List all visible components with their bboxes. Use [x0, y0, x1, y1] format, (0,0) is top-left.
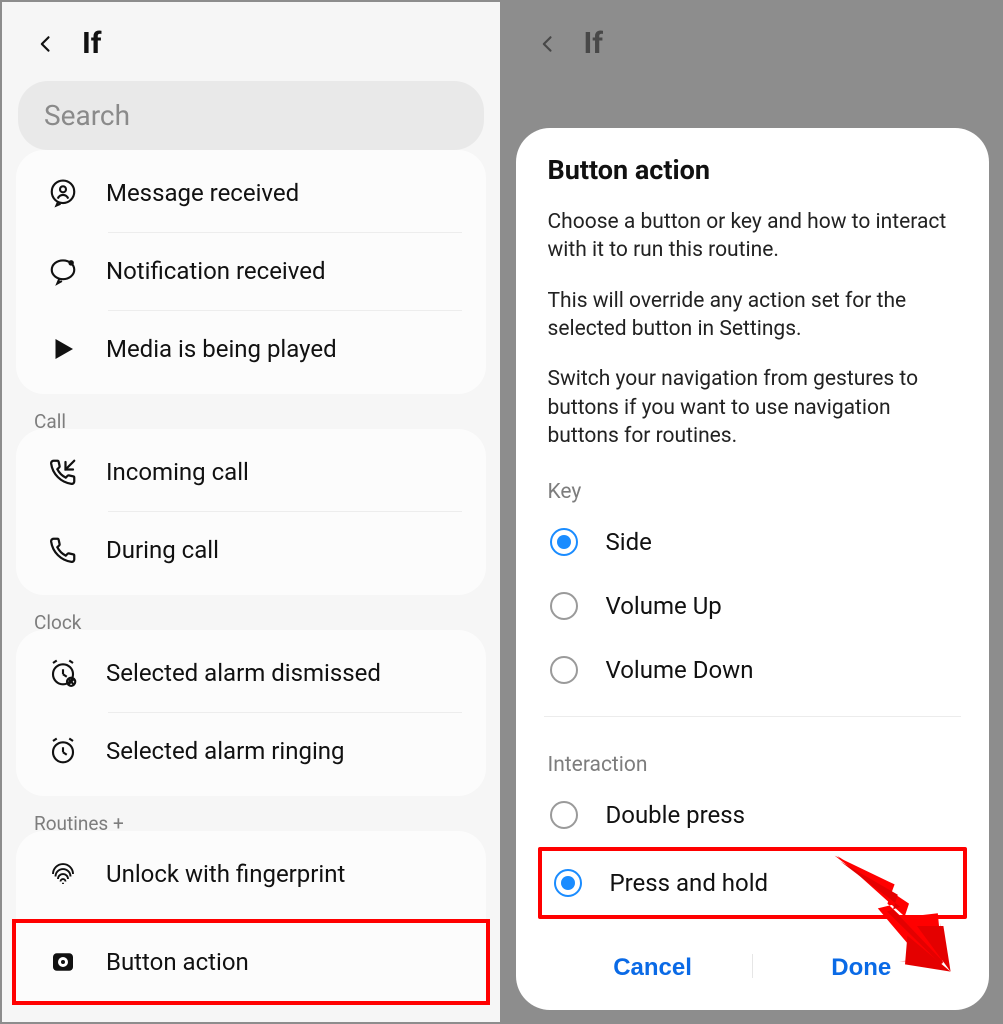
condition-label: Unlock with fingerprint	[106, 860, 345, 888]
condition-label: Incoming call	[106, 458, 249, 486]
sheet-description-3: Switch your navigation from gestures to …	[544, 365, 962, 450]
section-label-key: Key	[544, 480, 962, 504]
screen-button-action-sheet: If Button action Choose a button or key …	[502, 0, 1003, 1024]
alarm-off-icon	[46, 656, 80, 690]
condition-alarm-dismissed[interactable]: Selected alarm dismissed	[16, 634, 486, 712]
alarm-icon	[46, 734, 80, 768]
radio-label: Side	[606, 528, 652, 556]
sheet-description-2: This will override any action set for th…	[544, 287, 962, 344]
chat-bubble-icon	[46, 254, 80, 288]
radio-icon	[550, 592, 578, 620]
condition-group-routines: Unlock with fingerprint Button action	[16, 831, 486, 1005]
radio-key-side[interactable]: Side	[544, 510, 962, 574]
condition-group-clock: Selected alarm dismissed Selected alarm …	[16, 630, 486, 796]
radio-label: Volume Up	[606, 592, 722, 620]
condition-group-events: Message received Notification received M…	[16, 150, 486, 394]
divider	[544, 716, 962, 717]
condition-label: Button action	[106, 948, 249, 976]
cancel-button[interactable]: Cancel	[613, 954, 692, 982]
section-label-interaction: Interaction	[544, 753, 962, 777]
sheet-title: Button action	[544, 154, 962, 186]
back-icon[interactable]	[36, 30, 56, 58]
play-icon	[46, 332, 80, 366]
app-header-dimmed: If	[504, 2, 1002, 81]
done-button[interactable]: Done	[831, 954, 891, 982]
condition-during-call[interactable]: During call	[16, 511, 486, 589]
radio-label: Press and hold	[610, 869, 769, 897]
screen-if-conditions: If Search Message received Notification …	[0, 0, 502, 1024]
radio-icon	[550, 801, 578, 829]
page-title: If	[82, 26, 102, 61]
radio-icon	[550, 528, 578, 556]
condition-label: During call	[106, 536, 219, 564]
bottom-sheet: Button action Choose a button or key and…	[516, 128, 990, 1010]
condition-incoming-call[interactable]: Incoming call	[16, 433, 486, 511]
condition-media-playing[interactable]: Media is being played	[16, 310, 486, 388]
condition-button-action[interactable]: Button action	[16, 923, 486, 1001]
condition-unlock-fingerprint[interactable]: Unlock with fingerprint	[16, 835, 486, 913]
radio-label: Volume Down	[606, 656, 754, 684]
condition-label: Selected alarm dismissed	[106, 659, 381, 687]
radio-interaction-double-press[interactable]: Double press	[544, 783, 962, 847]
search-input[interactable]: Search	[18, 81, 484, 150]
condition-message-received[interactable]: Message received	[16, 154, 486, 232]
condition-label: Media is being played	[106, 335, 337, 363]
back-icon	[538, 30, 558, 58]
app-header: If	[2, 2, 500, 81]
condition-label: Selected alarm ringing	[106, 737, 345, 765]
fingerprint-icon	[46, 857, 80, 891]
sheet-actions: Cancel Done	[544, 932, 962, 992]
phone-icon	[46, 533, 80, 567]
condition-label: Message received	[106, 179, 299, 207]
radio-label: Double press	[606, 801, 746, 829]
condition-label: Notification received	[106, 257, 326, 285]
chat-user-icon	[46, 176, 80, 210]
radio-icon	[554, 869, 582, 897]
condition-notification-received[interactable]: Notification received	[16, 232, 486, 310]
page-title: If	[584, 26, 604, 61]
radio-key-volume-down[interactable]: Volume Down	[544, 638, 962, 702]
radio-interaction-press-hold[interactable]: Press and hold	[538, 847, 968, 919]
radio-icon	[550, 656, 578, 684]
phone-incoming-icon	[46, 455, 80, 489]
button-gear-icon	[46, 945, 80, 979]
sheet-description-1: Choose a button or key and how to intera…	[544, 208, 962, 265]
search-placeholder: Search	[44, 99, 130, 132]
condition-group-call: Incoming call During call	[16, 429, 486, 595]
highlight-button-action: Button action	[12, 919, 490, 1005]
condition-alarm-ringing[interactable]: Selected alarm ringing	[16, 712, 486, 790]
radio-key-volume-up[interactable]: Volume Up	[544, 574, 962, 638]
